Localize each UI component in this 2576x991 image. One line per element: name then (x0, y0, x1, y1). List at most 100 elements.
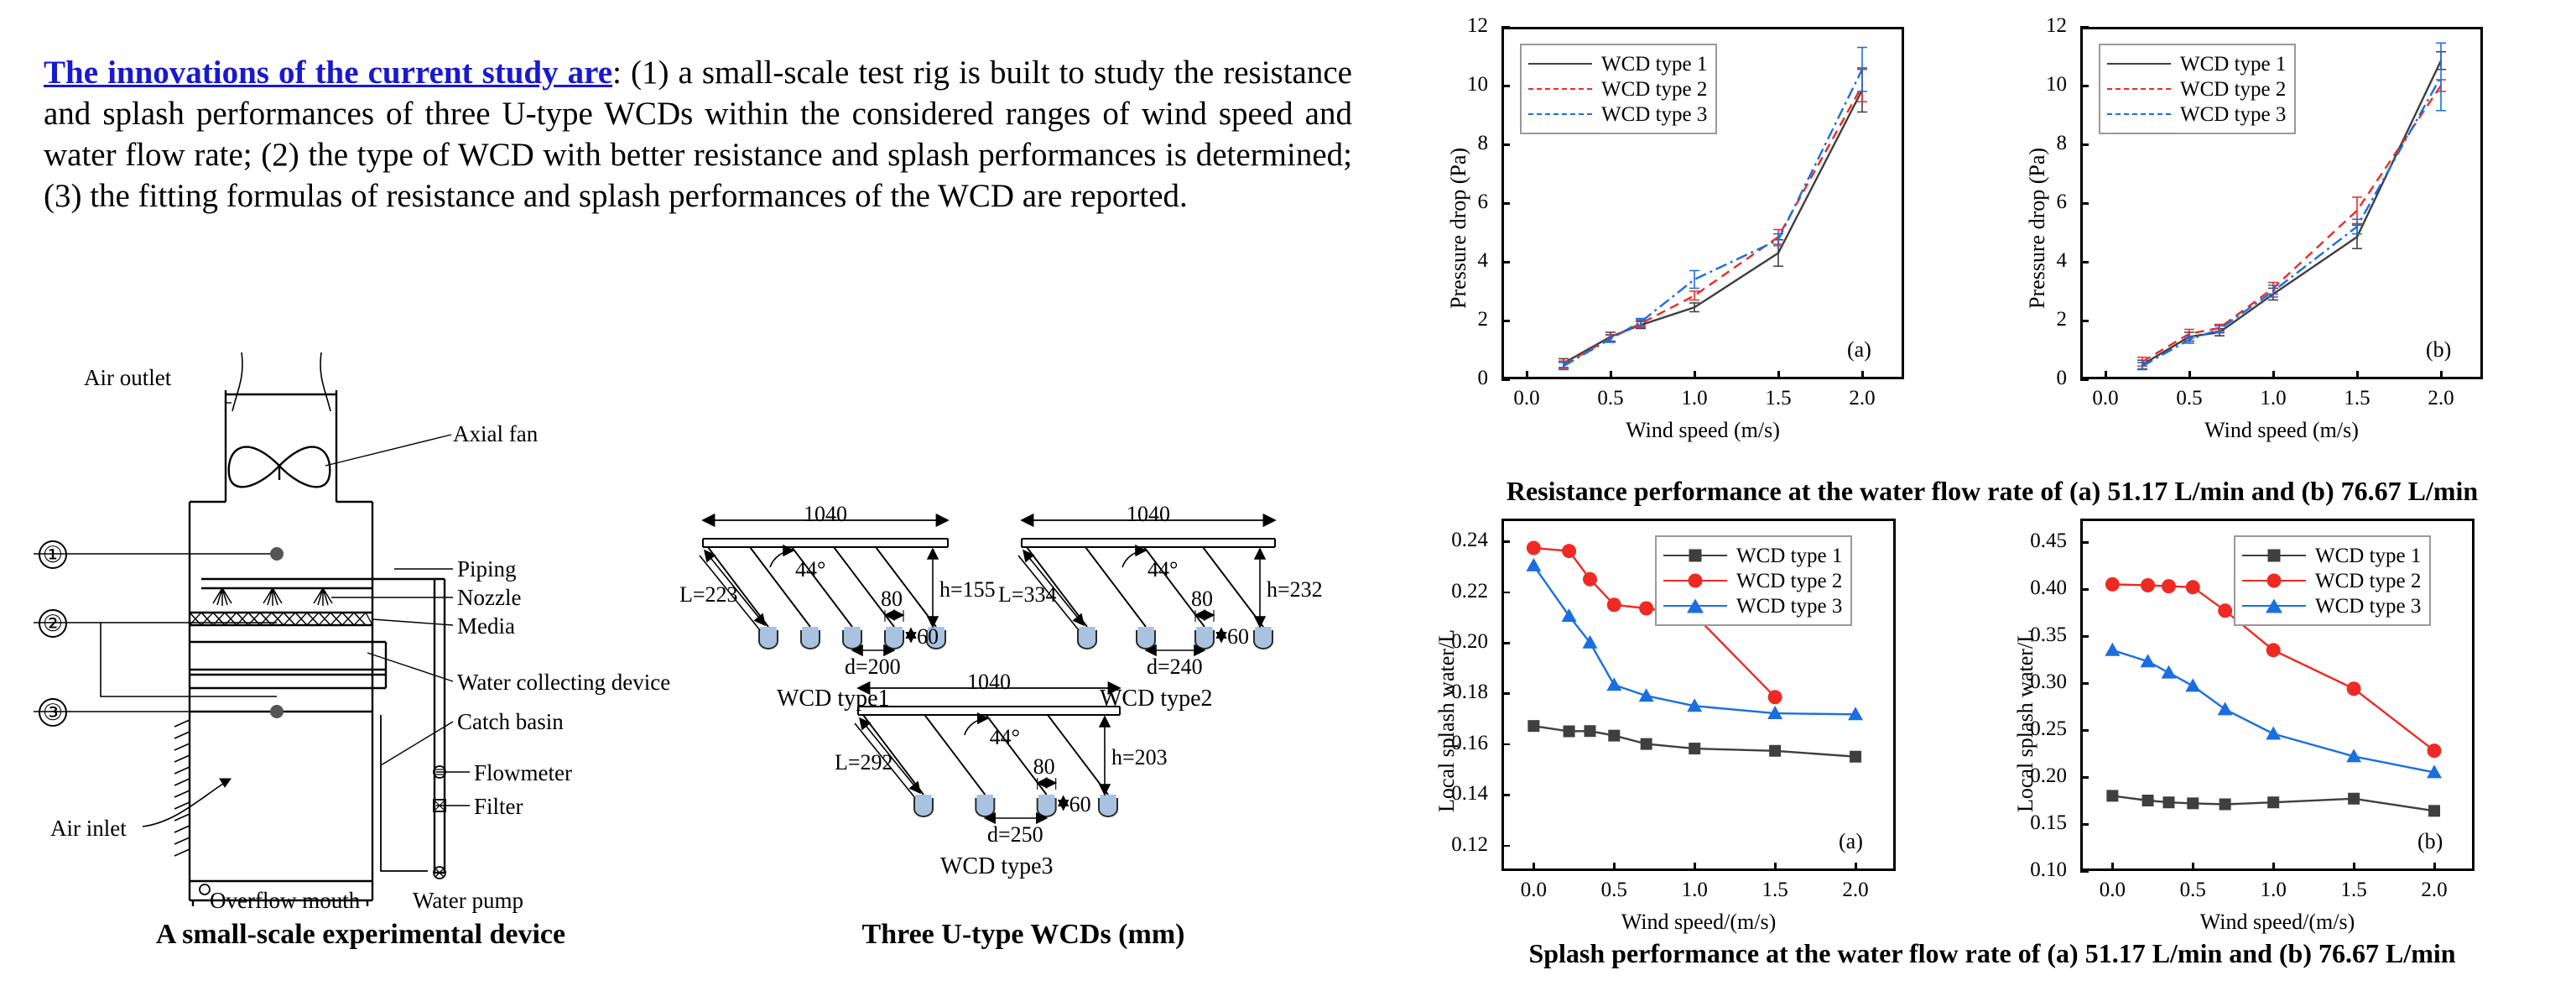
x-tick-label: 2.0 (1849, 387, 1876, 409)
x-tick-label: 1.0 (1681, 879, 1708, 901)
x-tick-label: 0.0 (2099, 879, 2126, 901)
wcd-depth-label: 60 (1227, 624, 1249, 649)
y-tick-label: 0.40 (2030, 576, 2067, 599)
y-tick-label: 0 (2056, 367, 2068, 389)
y-tick-label: 2 (1477, 308, 1489, 331)
data-marker (1527, 720, 1540, 733)
y-tick-label: 0.15 (2030, 811, 2067, 834)
data-marker (1608, 729, 1621, 742)
x-tick-label: 1.5 (1762, 879, 1788, 901)
wcd-name-label: WCD type3 (940, 853, 1054, 879)
data-marker (1850, 750, 1862, 763)
data-marker (1561, 608, 1577, 623)
label-air-outlet: Air outlet (84, 365, 172, 390)
legend-key-icon (1528, 81, 1592, 97)
caption-wcds: Three U-type WCDs (mm) (861, 919, 1185, 950)
legend-label: WCD type 2 (1601, 77, 1708, 101)
legend-key-icon (1528, 106, 1592, 123)
data-marker (1640, 738, 1652, 750)
legend-row: WCD type 2 (1528, 76, 1707, 102)
data-marker (2348, 792, 2360, 805)
x-tick-label: 0.5 (1597, 387, 1624, 409)
data-marker (1606, 597, 1621, 613)
wcd-diagrams: 1040 L=223 44° 80 60 h=155 d=200 WCD type1 1040… (679, 502, 1359, 879)
data-marker (2217, 702, 2233, 716)
wcd-width-label: 80 (1033, 754, 1055, 779)
device-schematic-svg (34, 352, 470, 916)
wcd-d-label: d=250 (987, 822, 1043, 847)
data-marker (1584, 725, 1596, 738)
label-piping: Piping (457, 556, 517, 582)
legend-marker (1689, 549, 1702, 562)
x-axis-title: Wind speed/(m/s) (2199, 910, 2355, 934)
experimental-device-diagram: ① ② ③ Air outlet Axial fan Piping Nozzle… (34, 352, 688, 916)
callout-3: ③ (39, 698, 67, 727)
wcd-angle-label: 44° (989, 725, 1021, 749)
chart-splash-a: 0.12 0.14 0.16 0.18 0.20 0.22 0.24 0.0 0.5 1.0 1.5… (1409, 503, 1938, 965)
wcd-span-label: 1040 (1127, 502, 1170, 526)
data-marker (2427, 743, 2442, 759)
wcd-L-label: L=334 (998, 582, 1057, 607)
legend-label: WCD type 2 (1736, 569, 1843, 592)
wcd-width-label: 80 (1191, 587, 1213, 611)
y-tick-label: 0.22 (1451, 579, 1488, 602)
legend-row: WCD type 2 (1663, 568, 1842, 593)
data-marker (1767, 690, 1782, 705)
legend-label: WCD type 3 (1601, 102, 1708, 126)
x-tick-label: 0.0 (2092, 387, 2119, 409)
x-tick-label: 0.5 (1600, 879, 1627, 901)
data-marker (2219, 798, 2231, 811)
label-air-inlet: Air inlet (50, 816, 127, 841)
caption-resistance: Resistance performance at the water flow… (1506, 476, 2479, 506)
legend-row: WCD type 1 (2242, 543, 2421, 568)
y-tick-label: 10 (1467, 73, 1488, 96)
legend-row: WCD type 1 (2107, 51, 2286, 76)
x-tick-label: 1.0 (2260, 879, 2287, 901)
data-marker (2162, 796, 2175, 809)
data-marker (1606, 677, 1622, 691)
legend-row: WCD type 3 (1528, 102, 1707, 127)
chart-legend: WCD type 1 WCD type 2 WCD type 3 (2099, 44, 2297, 134)
y-axis-title: Pressure drop (Pa) (1446, 147, 1470, 309)
legend-row: WCD type 1 (1663, 543, 1842, 568)
wcd-diagram: 1040 L=292 44° 80 60 h=203 d=250 WCD type3 (835, 670, 1170, 879)
chart-splash-b: 0.10 0.15 0.20 0.25 0.30 0.35 0.40 0.45 0.0 0.5 1.… (1988, 503, 2516, 965)
legend-label: WCD type 3 (2315, 594, 2422, 618)
legend-marker (2267, 549, 2281, 562)
x-tick-label: 1.5 (2344, 387, 2370, 409)
data-marker (2266, 643, 2281, 658)
data-marker (1583, 571, 1598, 587)
error-bar (2436, 42, 2446, 112)
chart-legend: WCD type 1 WCD type 2 WCD type 3 (2234, 535, 2432, 626)
label-filter: Filter (474, 794, 523, 819)
data-marker (2105, 576, 2120, 592)
chart-legend: WCD type 1 WCD type 2 WCD type 3 (1520, 44, 1718, 134)
legend-key-icon (1663, 547, 1727, 564)
data-marker (1563, 725, 1575, 738)
intro-paragraph: The innovations of the current study are… (44, 52, 1352, 216)
data-marker (1526, 557, 1542, 571)
legend-key-icon (1663, 597, 1727, 614)
label-water-collecting-device: Water collecting device (457, 670, 671, 695)
legend-row: WCD type 1 (1528, 51, 1707, 76)
label-water-pump: Water pump (413, 888, 524, 913)
legend-label: WCD type 1 (2315, 544, 2422, 567)
error-bar (1689, 269, 1699, 289)
data-marker (1526, 540, 1541, 555)
legend-key-icon (2242, 572, 2306, 589)
wcd-diagram: 1040 L=223 44° 80 60 h=155 d=200 WCD type1 (679, 502, 998, 712)
legend-label: WCD type 1 (1601, 52, 1708, 76)
x-tick-label: 1.5 (1765, 387, 1792, 409)
y-tick-label: 0.12 (1451, 832, 1488, 856)
y-axis-title: Local splash water/L (1434, 629, 1459, 812)
legend-marker (2266, 573, 2282, 588)
wcd-angle-label: 44° (1147, 557, 1179, 582)
chart-resistance-a: 0 2 4 6 8 10 12 0.0 0.5 1.0 1.5 2.0 Wind speed (m/s)… (1409, 12, 1946, 473)
data-marker (2218, 603, 2233, 618)
y-tick-label: 12 (2046, 14, 2067, 37)
data-marker (1689, 743, 1701, 755)
label-overflow-mouth: Overflow mouth (210, 888, 361, 913)
data-marker (2187, 797, 2199, 810)
data-marker (2141, 578, 2156, 593)
legend-key-icon (2242, 597, 2306, 614)
